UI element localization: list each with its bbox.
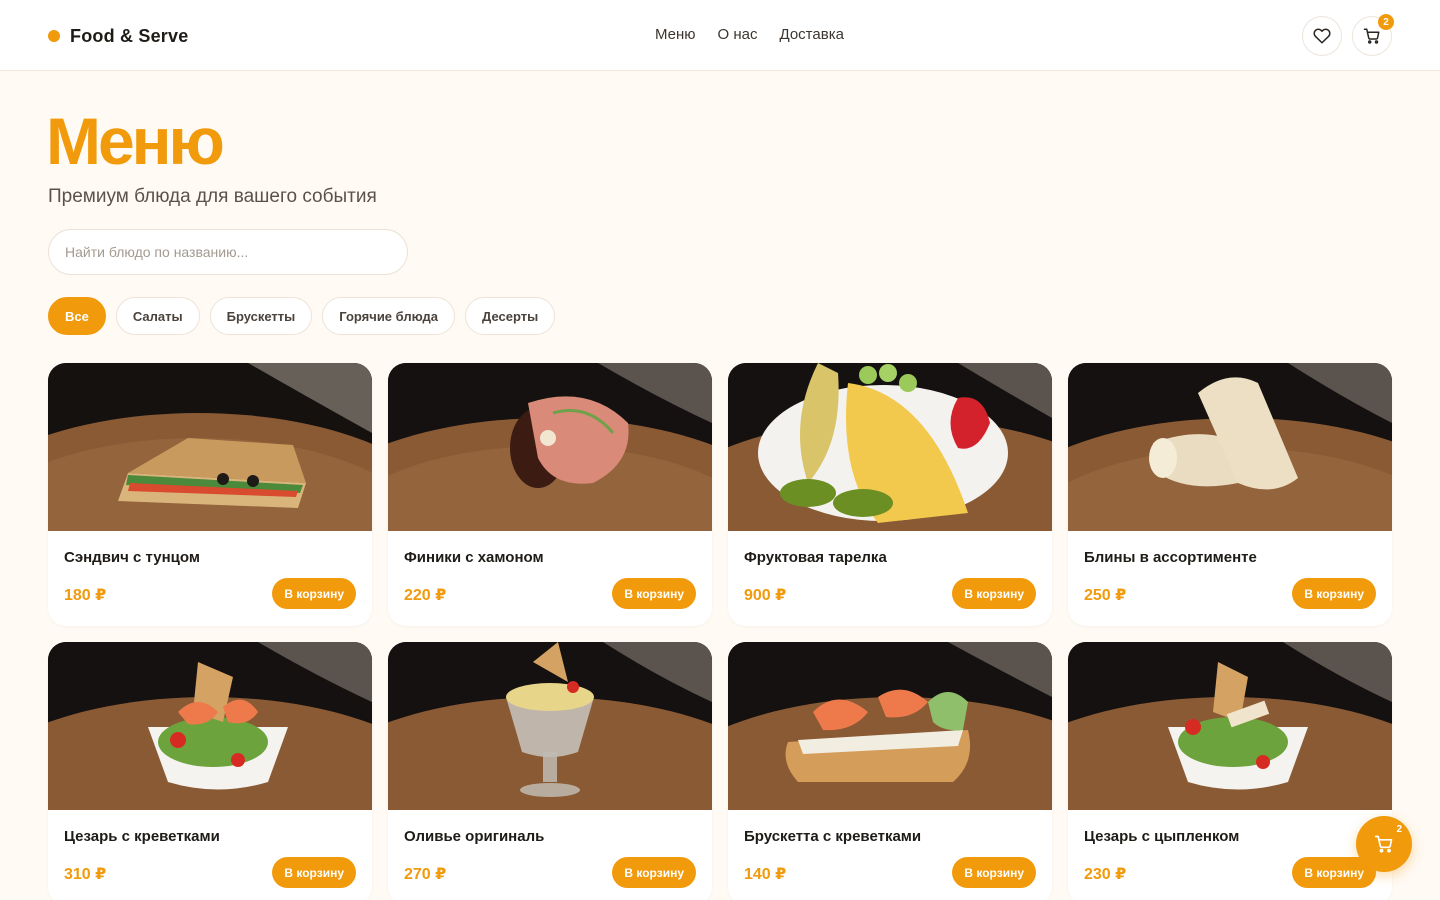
filter-chip-bruschettas[interactable]: Брускетты [209, 297, 313, 335]
product-image-caesar-shrimp [48, 642, 372, 810]
nav-link-delivery[interactable]: Доставка [780, 26, 844, 43]
product-name: Брускетта с креветками [744, 828, 922, 845]
add-to-cart-button[interactable]: В корзину [272, 578, 356, 609]
page-title: Меню [46, 104, 225, 178]
product-image-bruschetta-shrimp [728, 642, 1052, 810]
filter-chip-salads[interactable]: Салаты [115, 297, 200, 335]
product-name: Сэндвич с тунцом [64, 549, 200, 566]
cart-icon [1363, 28, 1380, 44]
search-input[interactable] [48, 229, 408, 275]
product-card[interactable]: Сэндвич с тунцом 180 ₽ В корзину [48, 363, 372, 626]
filter-chip-all[interactable]: Все [48, 297, 106, 335]
product-price: 140 ₽ [744, 866, 787, 883]
product-card[interactable]: Цезарь с креветками 310 ₽ В корзину [48, 642, 372, 900]
product-price: 250 ₽ [1084, 587, 1127, 604]
nav-link-menu[interactable]: Меню [655, 26, 696, 43]
product-image-caesar-chicken [1068, 642, 1392, 810]
product-name: Финики с хамоном [404, 549, 544, 566]
brand-dot-icon [48, 30, 60, 42]
nav-link-about[interactable]: О нас [718, 26, 758, 43]
product-image-fruit-plate [728, 363, 1052, 531]
brand-name: Food & Serve [70, 25, 189, 46]
cart-count-badge: 2 [1378, 14, 1394, 30]
product-name: Оливье оригиналь [404, 828, 545, 845]
product-price: 180 ₽ [64, 587, 107, 604]
product-card[interactable]: Финики с хамоном 220 ₽ В корзину [388, 363, 712, 626]
product-price: 220 ₽ [404, 587, 447, 604]
add-to-cart-button[interactable]: В корзину [952, 857, 1036, 888]
page-subtitle: Премиум блюда для вашего события [48, 186, 377, 207]
floating-cart-count: 2 [1396, 824, 1402, 835]
add-to-cart-button[interactable]: В корзину [952, 578, 1036, 609]
product-grid: Сэндвич с тунцом 180 ₽ В корзину Финики … [48, 363, 1392, 900]
brand-logo[interactable]: Food & Serve [48, 25, 188, 47]
product-name: Фруктовая тарелка [744, 549, 887, 566]
product-price: 310 ₽ [64, 866, 107, 883]
category-filters: Все Салаты Брускетты Горячие блюда Десер… [48, 297, 556, 335]
product-card[interactable]: Блины в ассортименте 250 ₽ В корзину [1068, 363, 1392, 626]
product-image-sandwich [48, 363, 372, 531]
product-price: 230 ₽ [1084, 866, 1127, 883]
favorites-button[interactable] [1302, 16, 1342, 56]
filter-chip-hot-dishes[interactable]: Горячие блюда [322, 297, 456, 335]
add-to-cart-button[interactable]: В корзину [612, 857, 696, 888]
filter-chip-desserts[interactable]: Десерты [465, 297, 556, 335]
product-image-dates-jamon [388, 363, 712, 531]
product-card[interactable]: Фруктовая тарелка 900 ₽ В корзину [728, 363, 1052, 626]
product-price: 900 ₽ [744, 587, 787, 604]
add-to-cart-button[interactable]: В корзину [272, 857, 356, 888]
cart-button[interactable]: 2 [1352, 14, 1394, 56]
add-to-cart-button[interactable]: В корзину [1292, 578, 1376, 609]
add-to-cart-button[interactable]: В корзину [612, 578, 696, 609]
heart-icon [1313, 28, 1331, 44]
product-price: 270 ₽ [404, 866, 447, 883]
product-image-crepes [1068, 363, 1392, 531]
cart-icon [1374, 835, 1393, 853]
product-image-olivier [388, 642, 712, 810]
product-name: Цезарь с цыпленком [1084, 828, 1240, 845]
product-card[interactable]: Брускетта с креветками 140 ₽ В корзину [728, 642, 1052, 900]
main-nav: Меню О нас Доставка [655, 26, 844, 43]
top-header: Food & Serve Меню О нас Доставка 2 [0, 0, 1440, 71]
product-name: Цезарь с креветками [64, 828, 220, 845]
product-name: Блины в ассортименте [1084, 549, 1257, 566]
product-card[interactable]: Оливье оригиналь 270 ₽ В корзину [388, 642, 712, 900]
product-card[interactable]: Цезарь с цыпленком 230 ₽ В корзину [1068, 642, 1392, 900]
floating-cart-button[interactable]: 2 [1356, 816, 1412, 872]
